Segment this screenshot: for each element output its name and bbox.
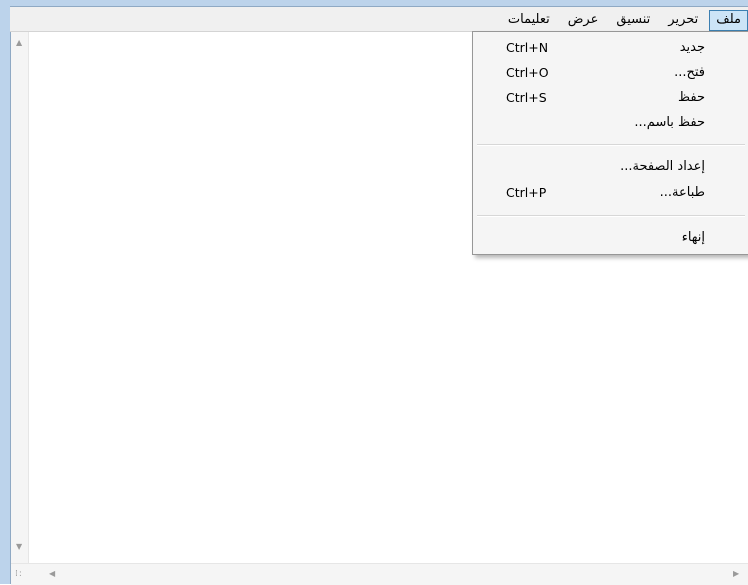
menu-item-open-shortcut: Ctrl+O: [506, 65, 549, 80]
menu-bar: ملف تحرير تنسيق عرض تعليمات: [10, 7, 748, 32]
menu-item-save-shortcut: Ctrl+S: [506, 90, 547, 105]
scroll-up-arrow-icon[interactable]: ▲: [16, 38, 22, 47]
menu-item-page-setup[interactable]: إعداد الصفحة...: [473, 156, 748, 180]
window-frame-top: [0, 0, 748, 7]
menu-format[interactable]: تنسيق: [609, 10, 657, 31]
window-frame-left: [0, 6, 11, 584]
menu-item-exit[interactable]: إنهاء: [473, 227, 748, 251]
menu-item-new[interactable]: جديد Ctrl+N: [473, 37, 748, 61]
menu-item-open-label: فتح...: [674, 65, 705, 80]
menu-item-print[interactable]: طباعة... Ctrl+P: [473, 182, 748, 206]
menu-item-new-label: جديد: [679, 40, 705, 55]
menu-item-save-label: حفظ: [678, 90, 705, 105]
resize-grip-icon[interactable]: ⁞:: [15, 569, 23, 579]
scroll-down-arrow-icon[interactable]: ▼: [16, 542, 22, 551]
menu-help[interactable]: تعليمات: [501, 10, 557, 31]
menu-item-print-shortcut: Ctrl+P: [506, 185, 547, 200]
menu-item-print-label: طباعة...: [659, 185, 705, 200]
menu-item-save[interactable]: حفظ Ctrl+S: [473, 87, 748, 111]
menu-file[interactable]: ملف: [709, 10, 748, 31]
menu-item-new-shortcut: Ctrl+N: [506, 40, 549, 55]
scroll-right-arrow-icon[interactable]: ▶: [733, 569, 739, 578]
vertical-scrollbar[interactable]: ▲ ▼: [11, 32, 29, 563]
horizontal-scrollbar[interactable]: ⁞: ◀ ▶: [11, 563, 748, 585]
menu-view[interactable]: عرض: [561, 10, 606, 31]
menu-edit[interactable]: تحرير: [661, 10, 705, 31]
menu-item-save-as-label: حفظ باسم...: [634, 115, 705, 130]
menu-item-open[interactable]: فتح... Ctrl+O: [473, 62, 748, 86]
menu-separator: [477, 215, 745, 217]
file-menu-dropdown: جديد Ctrl+N فتح... Ctrl+O حفظ Ctrl+S حفظ…: [472, 31, 748, 255]
scroll-left-arrow-icon[interactable]: ◀: [49, 569, 55, 578]
menu-item-page-setup-label: إعداد الصفحة...: [620, 159, 705, 174]
menu-separator: [477, 144, 745, 146]
menu-item-save-as[interactable]: حفظ باسم...: [473, 112, 748, 136]
menu-item-exit-label: إنهاء: [681, 230, 705, 245]
